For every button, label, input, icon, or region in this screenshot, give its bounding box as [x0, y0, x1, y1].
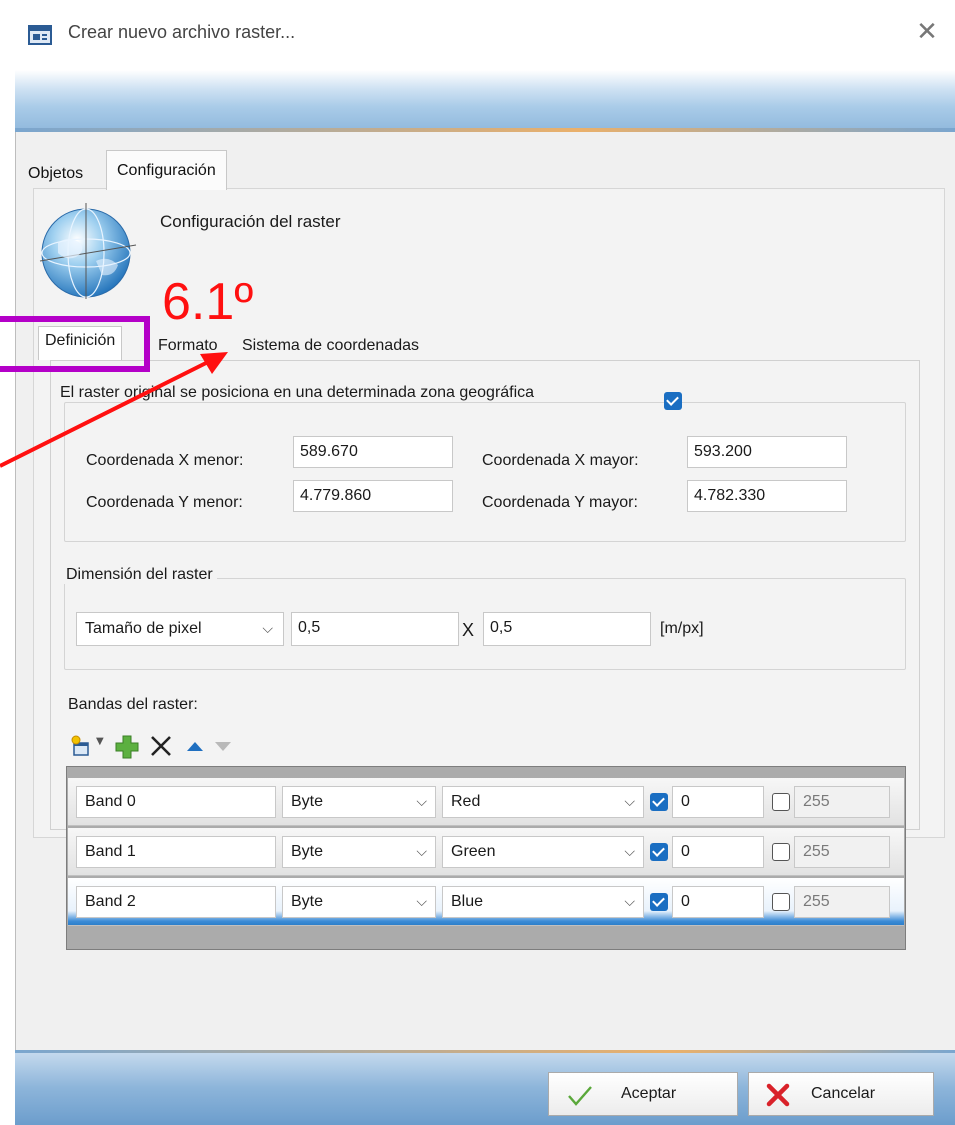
- max-checkbox[interactable]: [772, 843, 790, 861]
- accept-button[interactable]: Aceptar: [548, 1072, 738, 1116]
- band-row[interactable]: Band 1 Byte ⌵ Green ⌵ 0 255: [68, 828, 904, 876]
- x-min-input[interactable]: 589.670: [293, 436, 453, 468]
- caret-down-icon[interactable]: ▼: [96, 736, 104, 747]
- y-min-label: Coordenada Y menor:: [86, 494, 243, 511]
- max-checkbox[interactable]: [772, 793, 790, 811]
- chevron-down-icon: ⌵: [262, 621, 273, 637]
- config-title: Configuración del raster: [160, 212, 341, 231]
- cancel-label: Cancelar: [811, 1085, 876, 1102]
- banner-divider: [15, 128, 955, 132]
- band-color-select[interactable]: Blue ⌵: [442, 886, 644, 918]
- close-icon[interactable]: ✕: [913, 18, 941, 46]
- pixel-width-input[interactable]: 0,5: [291, 612, 459, 646]
- annotation-label: 6.1º: [162, 273, 254, 331]
- band-color-select[interactable]: Green ⌵: [442, 836, 644, 868]
- footer-divider: [15, 1050, 955, 1053]
- band-type-select[interactable]: Byte ⌵: [282, 886, 436, 918]
- dimension-units: [m/px]: [660, 620, 704, 637]
- pixel-height-input[interactable]: 0,5: [483, 612, 651, 646]
- delete-icon[interactable]: [148, 733, 174, 759]
- window-title: Crear nuevo archivo raster...: [68, 22, 296, 42]
- min-checkbox[interactable]: [650, 793, 668, 811]
- band-max-input: 255: [794, 886, 890, 918]
- band-min-input[interactable]: 0: [672, 786, 764, 818]
- move-up-icon[interactable]: [186, 738, 204, 752]
- chevron-down-icon: ⌵: [416, 844, 427, 860]
- cancel-button[interactable]: Cancelar: [748, 1072, 934, 1116]
- y-max-label: Coordenada Y mayor:: [482, 494, 638, 511]
- band-row[interactable]: Band 0 Byte ⌵ Red ⌵ 0 255: [68, 778, 904, 826]
- move-down-icon: [214, 738, 232, 752]
- band-color-select[interactable]: Red ⌵: [442, 786, 644, 818]
- min-checkbox[interactable]: [650, 893, 668, 911]
- x-max-label: Coordenada X mayor:: [482, 452, 639, 469]
- cancel-icon: [765, 1082, 791, 1108]
- chevron-down-icon: ⌵: [624, 894, 635, 910]
- band-max-input: 255: [794, 786, 890, 818]
- chevron-down-icon: ⌵: [624, 844, 635, 860]
- x-max-input[interactable]: 593.200: [687, 436, 847, 468]
- tab-sistema-coordenadas[interactable]: Sistema de coordenadas: [236, 332, 425, 360]
- chevron-down-icon: ⌵: [624, 794, 635, 810]
- dimension-mode-select[interactable]: Tamaño de pixel ⌵: [76, 612, 284, 646]
- dimension-legend: Dimensión del raster: [62, 566, 217, 584]
- band-type-select[interactable]: Byte ⌵: [282, 836, 436, 868]
- band-name-input[interactable]: Band 0: [76, 786, 276, 818]
- annotation-arrow: [0, 340, 240, 480]
- band-name-input[interactable]: Band 1: [76, 836, 276, 868]
- chevron-down-icon: ⌵: [416, 794, 427, 810]
- band-color-value: Blue: [451, 893, 484, 910]
- band-type-value: Byte: [291, 893, 324, 910]
- tab-configuracion[interactable]: Configuración: [106, 150, 227, 190]
- check-icon: [567, 1083, 593, 1107]
- band-min-input[interactable]: 0: [672, 836, 764, 868]
- max-checkbox[interactable]: [772, 893, 790, 911]
- band-type-value: Byte: [291, 793, 324, 810]
- bands-label: Bandas del raster:: [68, 696, 198, 713]
- bands-toolbar: ▼: [64, 728, 906, 764]
- geo-checkbox[interactable]: [664, 392, 682, 410]
- dimension-separator: X: [462, 620, 475, 640]
- dimension-mode-value: Tamaño de pixel: [85, 620, 202, 637]
- y-max-input[interactable]: 4.782.330: [687, 480, 847, 512]
- globe-icon: [36, 195, 144, 303]
- band-max-input: 255: [794, 836, 890, 868]
- chevron-down-icon: ⌵: [416, 894, 427, 910]
- band-type-select[interactable]: Byte ⌵: [282, 786, 436, 818]
- band-name-input[interactable]: Band 2: [76, 886, 276, 918]
- band-min-input[interactable]: 0: [672, 886, 764, 918]
- band-color-value: Red: [451, 793, 481, 810]
- new-band-icon[interactable]: [68, 732, 96, 760]
- min-checkbox[interactable]: [650, 843, 668, 861]
- app-icon: [28, 24, 54, 46]
- y-min-input[interactable]: 4.779.860: [293, 480, 453, 512]
- add-icon[interactable]: [114, 734, 140, 760]
- band-type-value: Byte: [291, 843, 324, 860]
- band-color-value: Green: [451, 843, 496, 860]
- accept-label: Aceptar: [621, 1085, 677, 1102]
- header-banner: [15, 70, 955, 132]
- band-row-selected[interactable]: Band 2 Byte ⌵ Blue ⌵ 0 255: [68, 878, 904, 926]
